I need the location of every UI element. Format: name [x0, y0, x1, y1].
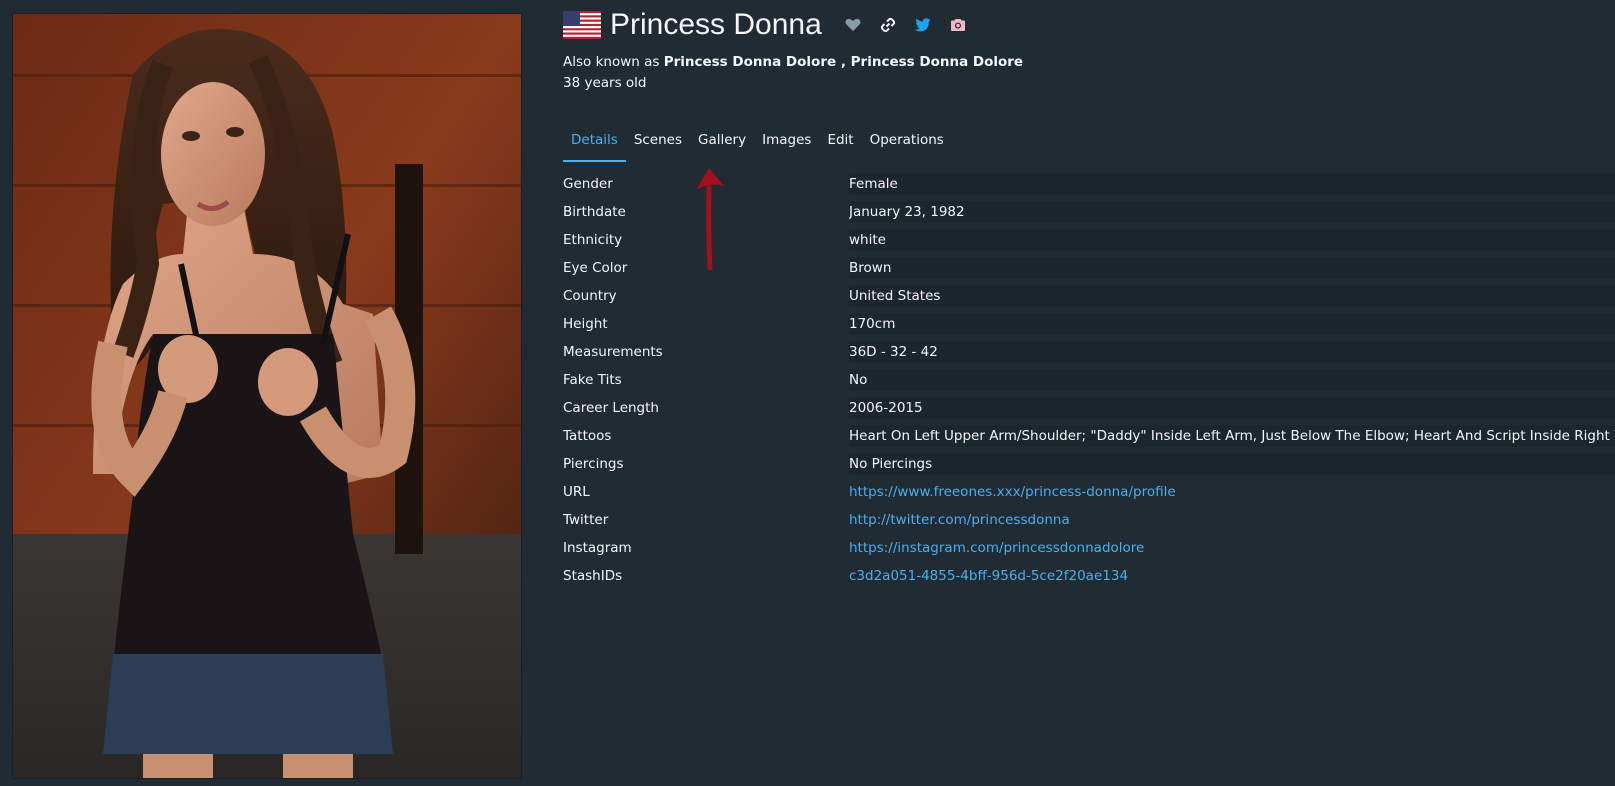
twitter-link[interactable]: http://twitter.com/princessdonna [849, 509, 1615, 531]
performer-image[interactable] [12, 13, 522, 779]
twitter-icon[interactable] [910, 12, 936, 38]
detail-row-birthdate: Birthdate January 23, 1982 [563, 198, 1615, 226]
detail-row-eye-color: Eye Color Brown [563, 254, 1615, 282]
detail-label: Twitter [563, 512, 609, 528]
tab-edit[interactable]: Edit [819, 128, 861, 162]
link-icon[interactable] [875, 12, 901, 38]
heart-icon[interactable] [840, 12, 866, 38]
detail-row-country: Country United States [563, 282, 1615, 310]
detail-row-career-length: Career Length 2006-2015 [563, 394, 1615, 422]
performer-header: Princess Donna [563, 8, 980, 42]
stashid-link[interactable]: c3d2a051-4855-4bff-956d-5ce2f20ae134 [849, 565, 1615, 587]
detail-row-ethnicity: Ethnicity white [563, 226, 1615, 254]
detail-row-instagram: Instagram https://instagram.com/princess… [563, 534, 1615, 562]
detail-value: 170cm [849, 313, 1615, 335]
aliases-line: Also known as Princess Donna Dolore , Pr… [563, 54, 1023, 70]
performer-name: Princess Donna [610, 8, 822, 41]
tab-bar: Details Scenes Gallery Images Edit Opera… [563, 128, 952, 162]
detail-label: StashIDs [563, 568, 623, 584]
detail-label: Country [563, 288, 617, 304]
detail-row-stashids: StashIDs c3d2a051-4855-4bff-956d-5ce2f20… [563, 562, 1615, 590]
detail-label: Tattoos [563, 428, 612, 444]
detail-label: Measurements [563, 344, 663, 360]
detail-value: United States [849, 285, 1615, 307]
detail-row-piercings: Piercings No Piercings [563, 450, 1615, 478]
detail-row-tattoos: Tattoos Heart On Left Upper Arm/Shoulder… [563, 422, 1615, 450]
detail-value: 36D - 32 - 42 [849, 341, 1615, 363]
detail-row-height: Height 170cm [563, 310, 1615, 338]
detail-label: Ethnicity [563, 232, 623, 248]
tab-images[interactable]: Images [754, 128, 819, 162]
tab-operations[interactable]: Operations [862, 128, 952, 162]
detail-value: Heart On Left Upper Arm/Shoulder; "Daddy… [849, 425, 1615, 447]
detail-row-url: URL https://www.freeones.xxx/princess-do… [563, 478, 1615, 506]
tab-scenes[interactable]: Scenes [626, 128, 690, 162]
detail-label: Career Length [563, 400, 659, 416]
url-link[interactable]: https://www.freeones.xxx/princess-donna/… [849, 481, 1615, 503]
tab-details[interactable]: Details [563, 128, 626, 162]
details-table: Gender Female Birthdate January 23, 1982… [563, 170, 1615, 590]
detail-label: Instagram [563, 540, 632, 556]
aliases-prefix: Also known as [563, 54, 660, 70]
instagram-link[interactable]: https://instagram.com/princessdonnadolor… [849, 537, 1615, 559]
detail-row-fake-tits: Fake Tits No [563, 366, 1615, 394]
detail-value: No Piercings [849, 453, 1615, 475]
detail-value: 2006-2015 [849, 397, 1615, 419]
detail-label: Birthdate [563, 204, 626, 220]
flag-us-icon [563, 11, 601, 39]
detail-value: No [849, 369, 1615, 391]
detail-label: Height [563, 316, 608, 332]
instagram-icon[interactable] [945, 12, 971, 38]
detail-label: Piercings [563, 456, 624, 472]
detail-value: white [849, 229, 1615, 251]
performer-age: 38 years old [563, 75, 647, 91]
detail-label: URL [563, 484, 590, 500]
aliases-value: Princess Donna Dolore , Princess Donna D… [663, 54, 1024, 70]
detail-value: Female [849, 173, 1615, 195]
tab-gallery[interactable]: Gallery [690, 128, 754, 162]
detail-value: Brown [849, 257, 1615, 279]
detail-row-twitter: Twitter http://twitter.com/princessdonna [563, 506, 1615, 534]
detail-row-measurements: Measurements 36D - 32 - 42 [563, 338, 1615, 366]
detail-label: Gender [563, 176, 613, 192]
performer-page: Princess Donna Also known as Princess Do… [0, 0, 1615, 786]
detail-label: Fake Tits [563, 372, 622, 388]
detail-row-gender: Gender Female [563, 170, 1615, 198]
detail-value: January 23, 1982 [849, 201, 1615, 223]
detail-label: Eye Color [563, 260, 628, 276]
